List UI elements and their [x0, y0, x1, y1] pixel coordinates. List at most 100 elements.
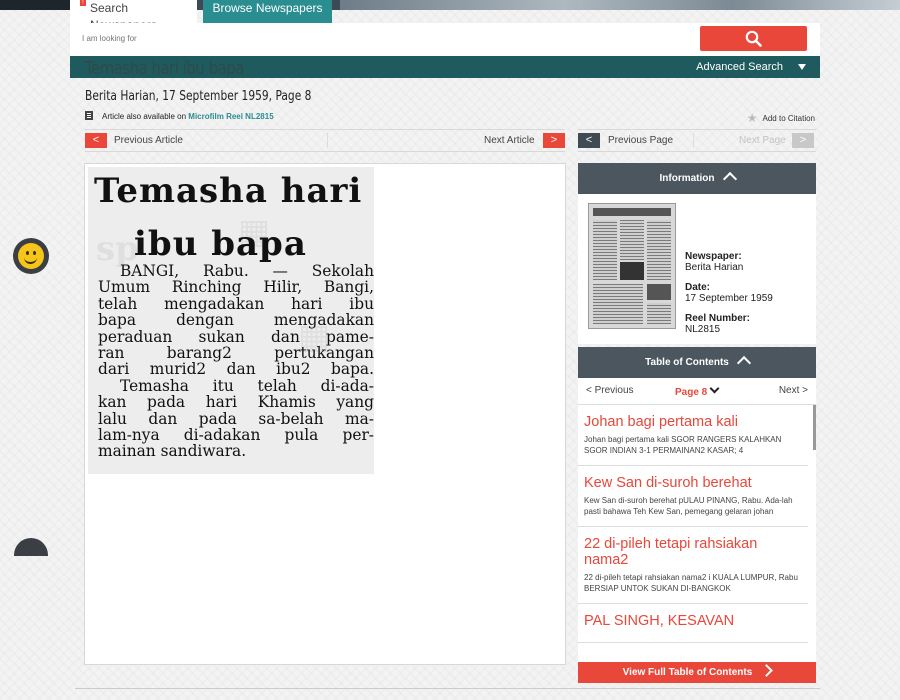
nav-divider [327, 133, 328, 148]
microfilm-reel-link[interactable]: Microfilm Reel NL2815 [188, 112, 273, 121]
footer-divider [75, 688, 820, 689]
toc-list[interactable]: Johan bagi pertama kali Johan bagi perta… [578, 404, 816, 662]
banner-dark-edge [0, 0, 70, 10]
toc-item-snippet: Kew San di-suroh berehat pULAU PINANG, R… [584, 496, 793, 516]
tab-browse-newspapers[interactable]: Browse Newspapers [203, 0, 332, 23]
clipping-line: lalu dan pada sa-belah ma- [98, 409, 374, 428]
toc-item[interactable]: Johan bagi pertama kali Johan bagi perta… [578, 405, 808, 466]
toc-previous-page[interactable]: < Previous [586, 385, 634, 396]
clipping-line: kan pada hari Khamis yang [98, 393, 374, 412]
previous-page-link[interactable]: Previous Page [608, 135, 673, 146]
toc-item-title[interactable]: Johan bagi pertama kali [584, 414, 800, 430]
search-bar [70, 23, 820, 56]
toc-item-snippet: 22 di-pileh tetapi rahsiakan nama2 i KUA… [584, 573, 798, 593]
table-of-contents-panel: Table of Contents < Previous Page 8 Next… [578, 347, 816, 683]
article-image-viewer[interactable]: sp ▦ ▦ Temasha hari ibu bapa BANGI, Rabu… [84, 163, 566, 665]
chevron-right-icon[interactable]: > [543, 133, 565, 148]
clipping-line: Umum Rinching Hilir, Bangi, [98, 278, 374, 297]
view-full-toc-button[interactable]: View Full Table of Contents [578, 662, 816, 683]
smiley-mouth [24, 256, 37, 264]
article-navigation: < Previous Article Next Article > [85, 129, 565, 152]
chat-icon[interactable] [14, 538, 48, 556]
thumbnail-photo [647, 284, 671, 300]
clipping-line: lam-nya di-adakan pula per- [98, 426, 374, 445]
toc-scrollbar[interactable] [813, 405, 816, 450]
reel-number-label: Reel Number: [685, 313, 751, 324]
thumbnail-column [620, 220, 644, 260]
toc-item-title[interactable]: Kew San di-suroh berehat [584, 475, 800, 491]
toc-page-selector[interactable]: Page 8 [675, 383, 720, 398]
date-label: Date: [685, 282, 711, 293]
banner-image [340, 0, 900, 10]
search-button[interactable] [700, 26, 807, 51]
chevron-left-icon[interactable]: < [85, 133, 107, 148]
newspaper-label: Newspaper: [685, 251, 742, 262]
add-to-citation-label: Add to Citation [762, 114, 815, 123]
clipping-headline-line1: Temasha hari [94, 171, 363, 211]
toc-item-title[interactable]: PAL SINGH, KESAVAN [584, 613, 800, 629]
add-to-citation-button[interactable]: ★ Add to Citation [747, 111, 815, 125]
tab-search-newspapers[interactable]: ! Search Newspapers [70, 0, 197, 32]
clipping-line: bapa dengan mengadakan [98, 311, 374, 330]
chevron-up-icon [736, 355, 751, 371]
toc-header-label: Table of Contents [645, 357, 729, 368]
next-article-link[interactable]: Next Article [484, 135, 535, 146]
previous-article-link[interactable]: Previous Article [114, 135, 183, 146]
clipping-headline-line2: ibu bapa [134, 224, 307, 264]
toc-next-page[interactable]: Next > [779, 385, 808, 396]
clipping-body: BANGI, Rabu. — Sekolah Umum Rinching Hil… [98, 263, 374, 460]
star-icon: ★ [746, 111, 758, 125]
clipping-line: dari murid2 dan ibu2 bapa. [98, 360, 374, 379]
date-value: 17 September 1959 [685, 293, 773, 304]
toc-page-label: Page 8 [675, 387, 708, 398]
toc-item[interactable]: PAL SINGH, KESAVAN [578, 604, 808, 643]
page-navigation: < Previous Page Next Page > [578, 129, 816, 152]
clipping-line: BANGI, Rabu. — Sekolah [120, 262, 374, 280]
smiley-eye [33, 251, 36, 255]
toc-header[interactable]: Table of Contents [578, 347, 816, 378]
caret-down-icon [798, 64, 806, 70]
clipping-line: Temasha itu telah di-ada- [120, 376, 374, 395]
toc-item-snippet: Johan bagi pertama kali SGOR RANGERS KAL… [584, 435, 782, 455]
smiley-icon [18, 243, 44, 269]
nav-divider [693, 133, 694, 148]
feedback-button[interactable] [13, 238, 49, 274]
clipping-line: peraduan sukan dan pame- [98, 327, 374, 346]
notification-badge: ! [80, 0, 86, 6]
clipping-line: mainan sandiwara. [98, 442, 247, 461]
thumbnail-masthead [593, 208, 671, 216]
availability-prefix: Article also available on [102, 112, 189, 121]
article-subtitle: Berita Harian, 17 September 1959, Page 8 [85, 89, 312, 104]
thumbnail-column [593, 220, 617, 280]
chevron-left-icon[interactable]: < [578, 133, 600, 148]
toc-item[interactable]: Kew San di-suroh berehat Kew San di-suro… [578, 466, 808, 527]
chevron-up-icon [722, 171, 737, 187]
clipping-line: telah mengadakan hari ibu [98, 294, 374, 313]
document-icon [85, 111, 93, 120]
information-panel: Information Newspaper: Berita Harian Dat… [578, 163, 816, 344]
smiley-eye [26, 251, 29, 255]
chevron-right-icon [760, 664, 774, 677]
page-thumbnail[interactable] [588, 203, 676, 329]
thumbnail-column [647, 303, 671, 324]
thumbnail-column [593, 284, 643, 324]
chevron-down-icon [709, 383, 720, 394]
newspaper-clipping: sp ▦ ▦ Temasha hari ibu bapa BANGI, Rabu… [88, 167, 374, 474]
information-header-label: Information [659, 173, 715, 184]
view-full-toc-label: View Full Table of Contents [622, 667, 753, 678]
newspaper-value: Berita Harian [685, 262, 744, 273]
thumbnail-column [647, 220, 671, 280]
next-page-link: Next Page [739, 135, 786, 146]
clipping-line: ran barang2 pertukangan [98, 344, 374, 363]
information-body: Newspaper: Berita Harian Date: 17 Septem… [578, 194, 816, 344]
toc-item-title[interactable]: 22 di-pileh tetapi rahsiakan nama2 [584, 536, 800, 568]
information-metadata: Newspaper: Berita Harian Date: 17 Septem… [685, 251, 773, 344]
reel-number-value: NL2815 [685, 324, 721, 335]
availability-note: Article also available on Microfilm Reel… [85, 111, 274, 121]
toc-item[interactable]: 22 di-pileh tetapi rahsiakan nama2 22 di… [578, 527, 808, 604]
thumbnail-photo [620, 262, 644, 280]
search-input[interactable] [82, 34, 582, 43]
article-title: Temasha hari ibu bapa [85, 58, 244, 79]
toc-page-navigation: < Previous Page 8 Next > [578, 378, 816, 404]
information-header[interactable]: Information [578, 163, 816, 194]
